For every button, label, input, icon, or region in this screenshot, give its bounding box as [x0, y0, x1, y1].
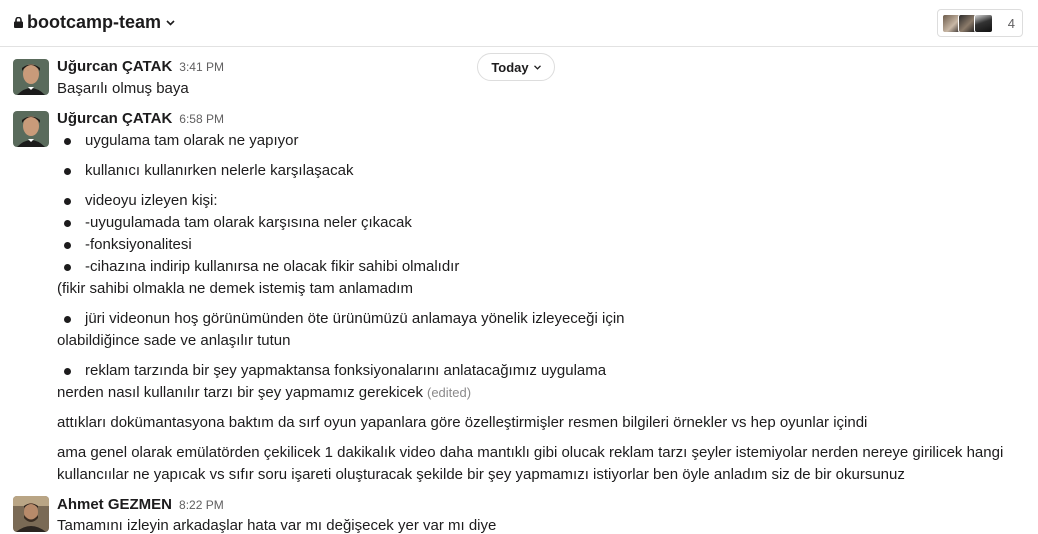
author-name[interactable]: Ahmet GEZMEN	[57, 496, 172, 513]
avatar[interactable]	[13, 111, 49, 147]
message-header: Uğurcan ÇATAK 6:58 PM	[57, 110, 224, 127]
channel-header: bootcamp-team 4	[0, 0, 1038, 47]
list-item: jüri videonun hoş görünümünden öte ürünü…	[85, 310, 625, 327]
list-bullet	[64, 138, 71, 145]
message-timestamp[interactable]: 3:41 PM	[179, 60, 224, 74]
user-photo	[13, 59, 49, 95]
message-text: olabildiğince sade ve anlaşılır tutun	[57, 332, 291, 349]
list-bullet	[64, 316, 71, 323]
message-text: nerden nasıl kullanılır tarzı bir şey ya…	[57, 384, 471, 401]
list-item: uygulama tam olarak ne yapıyor	[85, 132, 299, 149]
edited-label: (edited)	[426, 385, 472, 400]
avatar[interactable]	[13, 496, 49, 532]
message-text: ama genel olarak emülatörden çekilicek 1…	[57, 444, 1004, 461]
message-timestamp[interactable]: 8:22 PM	[179, 498, 224, 512]
list-item: -uyugulamada tam olarak karşısına neler …	[85, 214, 412, 231]
channel-name-button[interactable]: bootcamp-team	[14, 12, 175, 33]
author-name[interactable]: Uğurcan ÇATAK	[57, 58, 172, 75]
list-item: -fonksiyonalitesi	[85, 236, 192, 253]
list-bullet	[64, 168, 71, 175]
list-item: -cihazına indirip kullanırsa ne olacak f…	[85, 258, 460, 275]
author-name[interactable]: Uğurcan ÇATAK	[57, 110, 172, 127]
chevron-down-icon	[533, 64, 541, 70]
message-header: Ahmet GEZMEN 8:22 PM	[57, 496, 224, 513]
lock-icon	[14, 17, 23, 28]
message-text: kullancıılar ne yapıcak vs sıfır soru iş…	[57, 466, 905, 483]
list-bullet	[64, 264, 71, 271]
date-divider-button[interactable]: Today	[477, 53, 555, 81]
member-avatar	[974, 13, 993, 33]
date-divider-label: Today	[491, 59, 529, 75]
message-text: attıkları dokümantasyona baktım da sırf …	[57, 414, 868, 431]
member-list-button[interactable]: 4	[937, 9, 1023, 37]
member-count: 4	[1007, 15, 1015, 31]
list-item: kullanıcı kullanırken nelerle karşılaşac…	[85, 162, 354, 179]
channel-name: bootcamp-team	[27, 12, 162, 32]
user-photo	[13, 496, 49, 532]
list-bullet	[64, 198, 71, 205]
message-header: Uğurcan ÇATAK 3:41 PM	[57, 58, 224, 75]
message-text-content: nerden nasıl kullanılır tarzı bir şey ya…	[57, 384, 423, 401]
avatar[interactable]	[13, 59, 49, 95]
message-timestamp[interactable]: 6:58 PM	[179, 112, 224, 126]
list-item: reklam tarzında bir şey yapmaktansa fonk…	[85, 362, 607, 379]
chevron-down-icon	[166, 19, 175, 26]
message-text: Tamamını izleyin arkadaşlar hata var mı …	[57, 517, 497, 534]
user-photo	[13, 111, 49, 147]
list-item: videoyu izleyen kişi:	[85, 192, 218, 209]
message-text: (fikir sahibi olmakla ne demek istemiş t…	[57, 280, 413, 297]
list-bullet	[64, 220, 71, 227]
list-bullet	[64, 368, 71, 375]
message-text: Başarılı olmuş baya	[57, 80, 189, 97]
list-bullet	[64, 242, 71, 249]
